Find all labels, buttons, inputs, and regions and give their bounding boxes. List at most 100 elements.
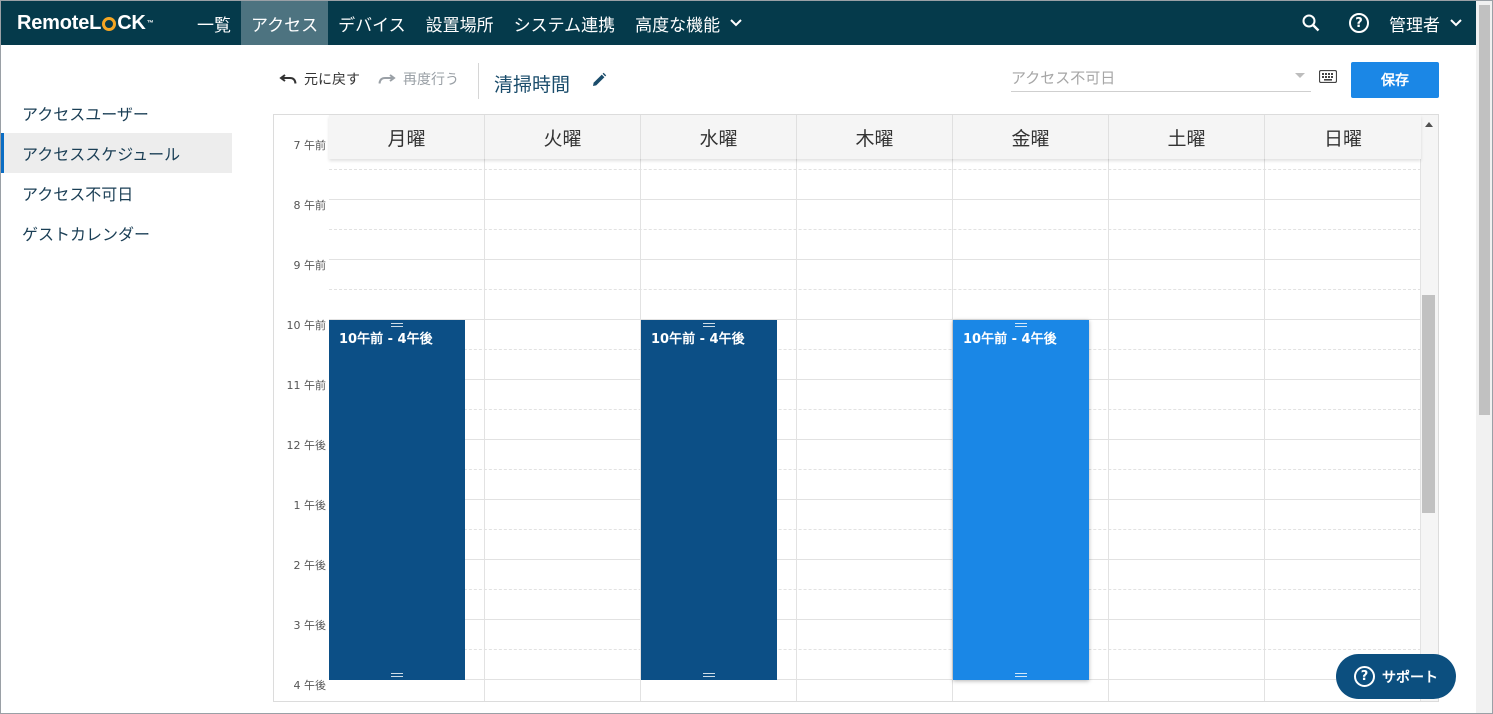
time-label: 4 午後 xyxy=(293,679,327,692)
redo-icon xyxy=(378,74,396,84)
schedule-block-monday[interactable]: 10午前 - 4午後 xyxy=(329,320,465,680)
nav-item-devices[interactable]: デバイス xyxy=(328,1,416,45)
schedule-toolbar: 元に戻す 再度行う 清掃時間 アクセス不可日 保存 xyxy=(273,61,1439,99)
undo-button[interactable]: 元に戻す xyxy=(279,69,360,89)
nav-item-integrations[interactable]: システム連携 xyxy=(504,1,626,45)
nav-item-locations[interactable]: 設置場所 xyxy=(416,1,504,45)
time-label: 1 午後 xyxy=(293,499,327,512)
day-header-thu: 木曜 xyxy=(797,115,953,159)
sidebar-item-blackout-days[interactable]: アクセス不可日 xyxy=(1,173,232,213)
dropdown-caret-icon xyxy=(1295,73,1305,78)
grid-line-half-hour xyxy=(329,169,1421,170)
undo-label: 元に戻す xyxy=(304,72,360,88)
schedule-block-time: 10午前 - 4午後 xyxy=(963,332,1057,347)
time-label: 9 午前 xyxy=(293,259,327,272)
pencil-edit-icon[interactable] xyxy=(590,71,608,89)
schedule-block-time: 10午前 - 4午後 xyxy=(339,332,433,347)
chevron-down-icon xyxy=(730,19,742,27)
grid-line-half-hour xyxy=(329,529,1421,530)
time-label: 7 午前 xyxy=(293,139,327,152)
sidebar-item-guest-calendar[interactable]: ゲストカレンダー xyxy=(1,213,232,253)
toolbar-divider xyxy=(478,63,479,99)
logo-trademark: ™ xyxy=(146,19,154,27)
grid-line-half-hour xyxy=(329,229,1421,230)
calendar-scrollbar[interactable] xyxy=(1421,115,1438,701)
grid-column-divider xyxy=(1264,115,1265,701)
resize-handle-top[interactable] xyxy=(703,323,715,327)
nav-right-group: ? 管理者 xyxy=(1287,1,1476,45)
grid-line-half-hour xyxy=(329,289,1421,290)
search-button[interactable] xyxy=(1287,1,1335,45)
blackout-days-select[interactable]: アクセス不可日 xyxy=(1011,64,1311,92)
schedule-block-friday[interactable]: 10午前 - 4午後 xyxy=(953,320,1089,680)
chevron-down-icon xyxy=(1450,19,1462,27)
calendar-scrollbar-thumb[interactable] xyxy=(1422,295,1435,513)
day-header-sat: 土曜 xyxy=(1109,115,1265,159)
admin-menu[interactable]: 管理者 xyxy=(1383,11,1476,36)
save-button[interactable]: 保存 xyxy=(1351,62,1439,98)
grid-line-half-hour xyxy=(329,469,1421,470)
logo-lock-o-icon xyxy=(102,17,117,31)
grid-line-half-hour xyxy=(329,649,1421,650)
grid-column-divider xyxy=(1108,115,1109,701)
grid-line-hour xyxy=(329,199,1421,200)
grid-line-hour xyxy=(329,319,1421,320)
resize-handle-bottom[interactable] xyxy=(1015,673,1027,677)
time-label: 8 午前 xyxy=(293,199,327,212)
resize-handle-top[interactable] xyxy=(391,323,403,327)
blackout-days-select-placeholder: アクセス不可日 xyxy=(1011,69,1116,87)
time-label: 12 午後 xyxy=(286,439,327,452)
support-label: サポート xyxy=(1382,669,1438,686)
keyboard-icon[interactable] xyxy=(1319,70,1337,83)
schedule-block-time: 10午前 - 4午後 xyxy=(651,332,745,347)
window-scrollbar[interactable] xyxy=(1476,1,1492,713)
logo-text-lock: L CK ™ xyxy=(89,11,154,35)
top-nav: Remote L CK ™ 一覧 アクセス デバイス 設置場所 システム連携 高… xyxy=(1,1,1476,45)
nav-item-advanced-label: 高度な機能 xyxy=(635,15,721,36)
support-button[interactable]: ? サポート xyxy=(1336,654,1456,699)
grid-column-divider xyxy=(796,115,797,701)
redo-label: 再度行う xyxy=(403,72,459,88)
calendar-day-header: 月曜 火曜 水曜 木曜 金曜 土曜 日曜 xyxy=(329,115,1421,159)
help-button[interactable]: ? xyxy=(1335,1,1383,45)
nav-item-list[interactable]: 一覧 xyxy=(187,1,241,45)
grid-line-hour xyxy=(329,379,1421,380)
logo-letter-l: L xyxy=(89,11,102,34)
time-label: 2 午後 xyxy=(293,559,327,572)
grid-line-hour xyxy=(329,619,1421,620)
logo-letters-ck: CK xyxy=(117,11,146,34)
search-icon xyxy=(1302,14,1320,32)
scroll-up-arrow-icon[interactable] xyxy=(1425,122,1433,127)
grid-line-hour xyxy=(329,499,1421,500)
day-header-sun: 日曜 xyxy=(1323,127,1362,150)
time-label: 10 午前 xyxy=(286,319,327,332)
grid-line-hour xyxy=(329,439,1421,440)
time-label: 3 午後 xyxy=(293,619,327,632)
redo-button[interactable]: 再度行う xyxy=(378,69,459,89)
resize-handle-bottom[interactable] xyxy=(391,673,403,677)
remotelock-logo[interactable]: Remote L CK ™ xyxy=(1,1,187,45)
resize-handle-top[interactable] xyxy=(1015,323,1027,327)
nav-item-access[interactable]: アクセス xyxy=(241,1,329,45)
grid-line-hour xyxy=(329,679,1421,680)
sidebar-item-access-schedules[interactable]: アクセススケジュール xyxy=(1,133,232,173)
logo-text-remote: Remote xyxy=(17,11,90,34)
grid-line-hour xyxy=(329,259,1421,260)
admin-label: 管理者 xyxy=(1389,15,1440,36)
sidebar-item-access-users[interactable]: アクセスユーザー xyxy=(1,93,232,133)
undo-icon xyxy=(279,74,297,84)
help-icon: ? xyxy=(1354,666,1375,687)
day-header-mon: 月曜 xyxy=(329,115,485,159)
nav-item-advanced[interactable]: 高度な機能 xyxy=(625,1,752,45)
day-header-tue: 火曜 xyxy=(485,115,641,159)
sidebar: アクセスユーザー アクセススケジュール アクセス不可日 ゲストカレンダー xyxy=(1,93,232,253)
schedule-block-wednesday[interactable]: 10午前 - 4午後 xyxy=(641,320,777,680)
help-icon: ? xyxy=(1349,13,1369,33)
grid-line-half-hour xyxy=(329,349,1421,350)
grid-line-half-hour xyxy=(329,589,1421,590)
schedule-name: 清掃時間 xyxy=(494,74,571,96)
day-header-wed: 水曜 xyxy=(641,115,797,159)
weekly-schedule-calendar: 月曜 火曜 水曜 木曜 金曜 土曜 日曜 7 午前 8 午前 9 午前 10 午… xyxy=(273,114,1439,702)
window-scrollbar-thumb[interactable] xyxy=(1479,5,1490,415)
resize-handle-bottom[interactable] xyxy=(703,673,715,677)
